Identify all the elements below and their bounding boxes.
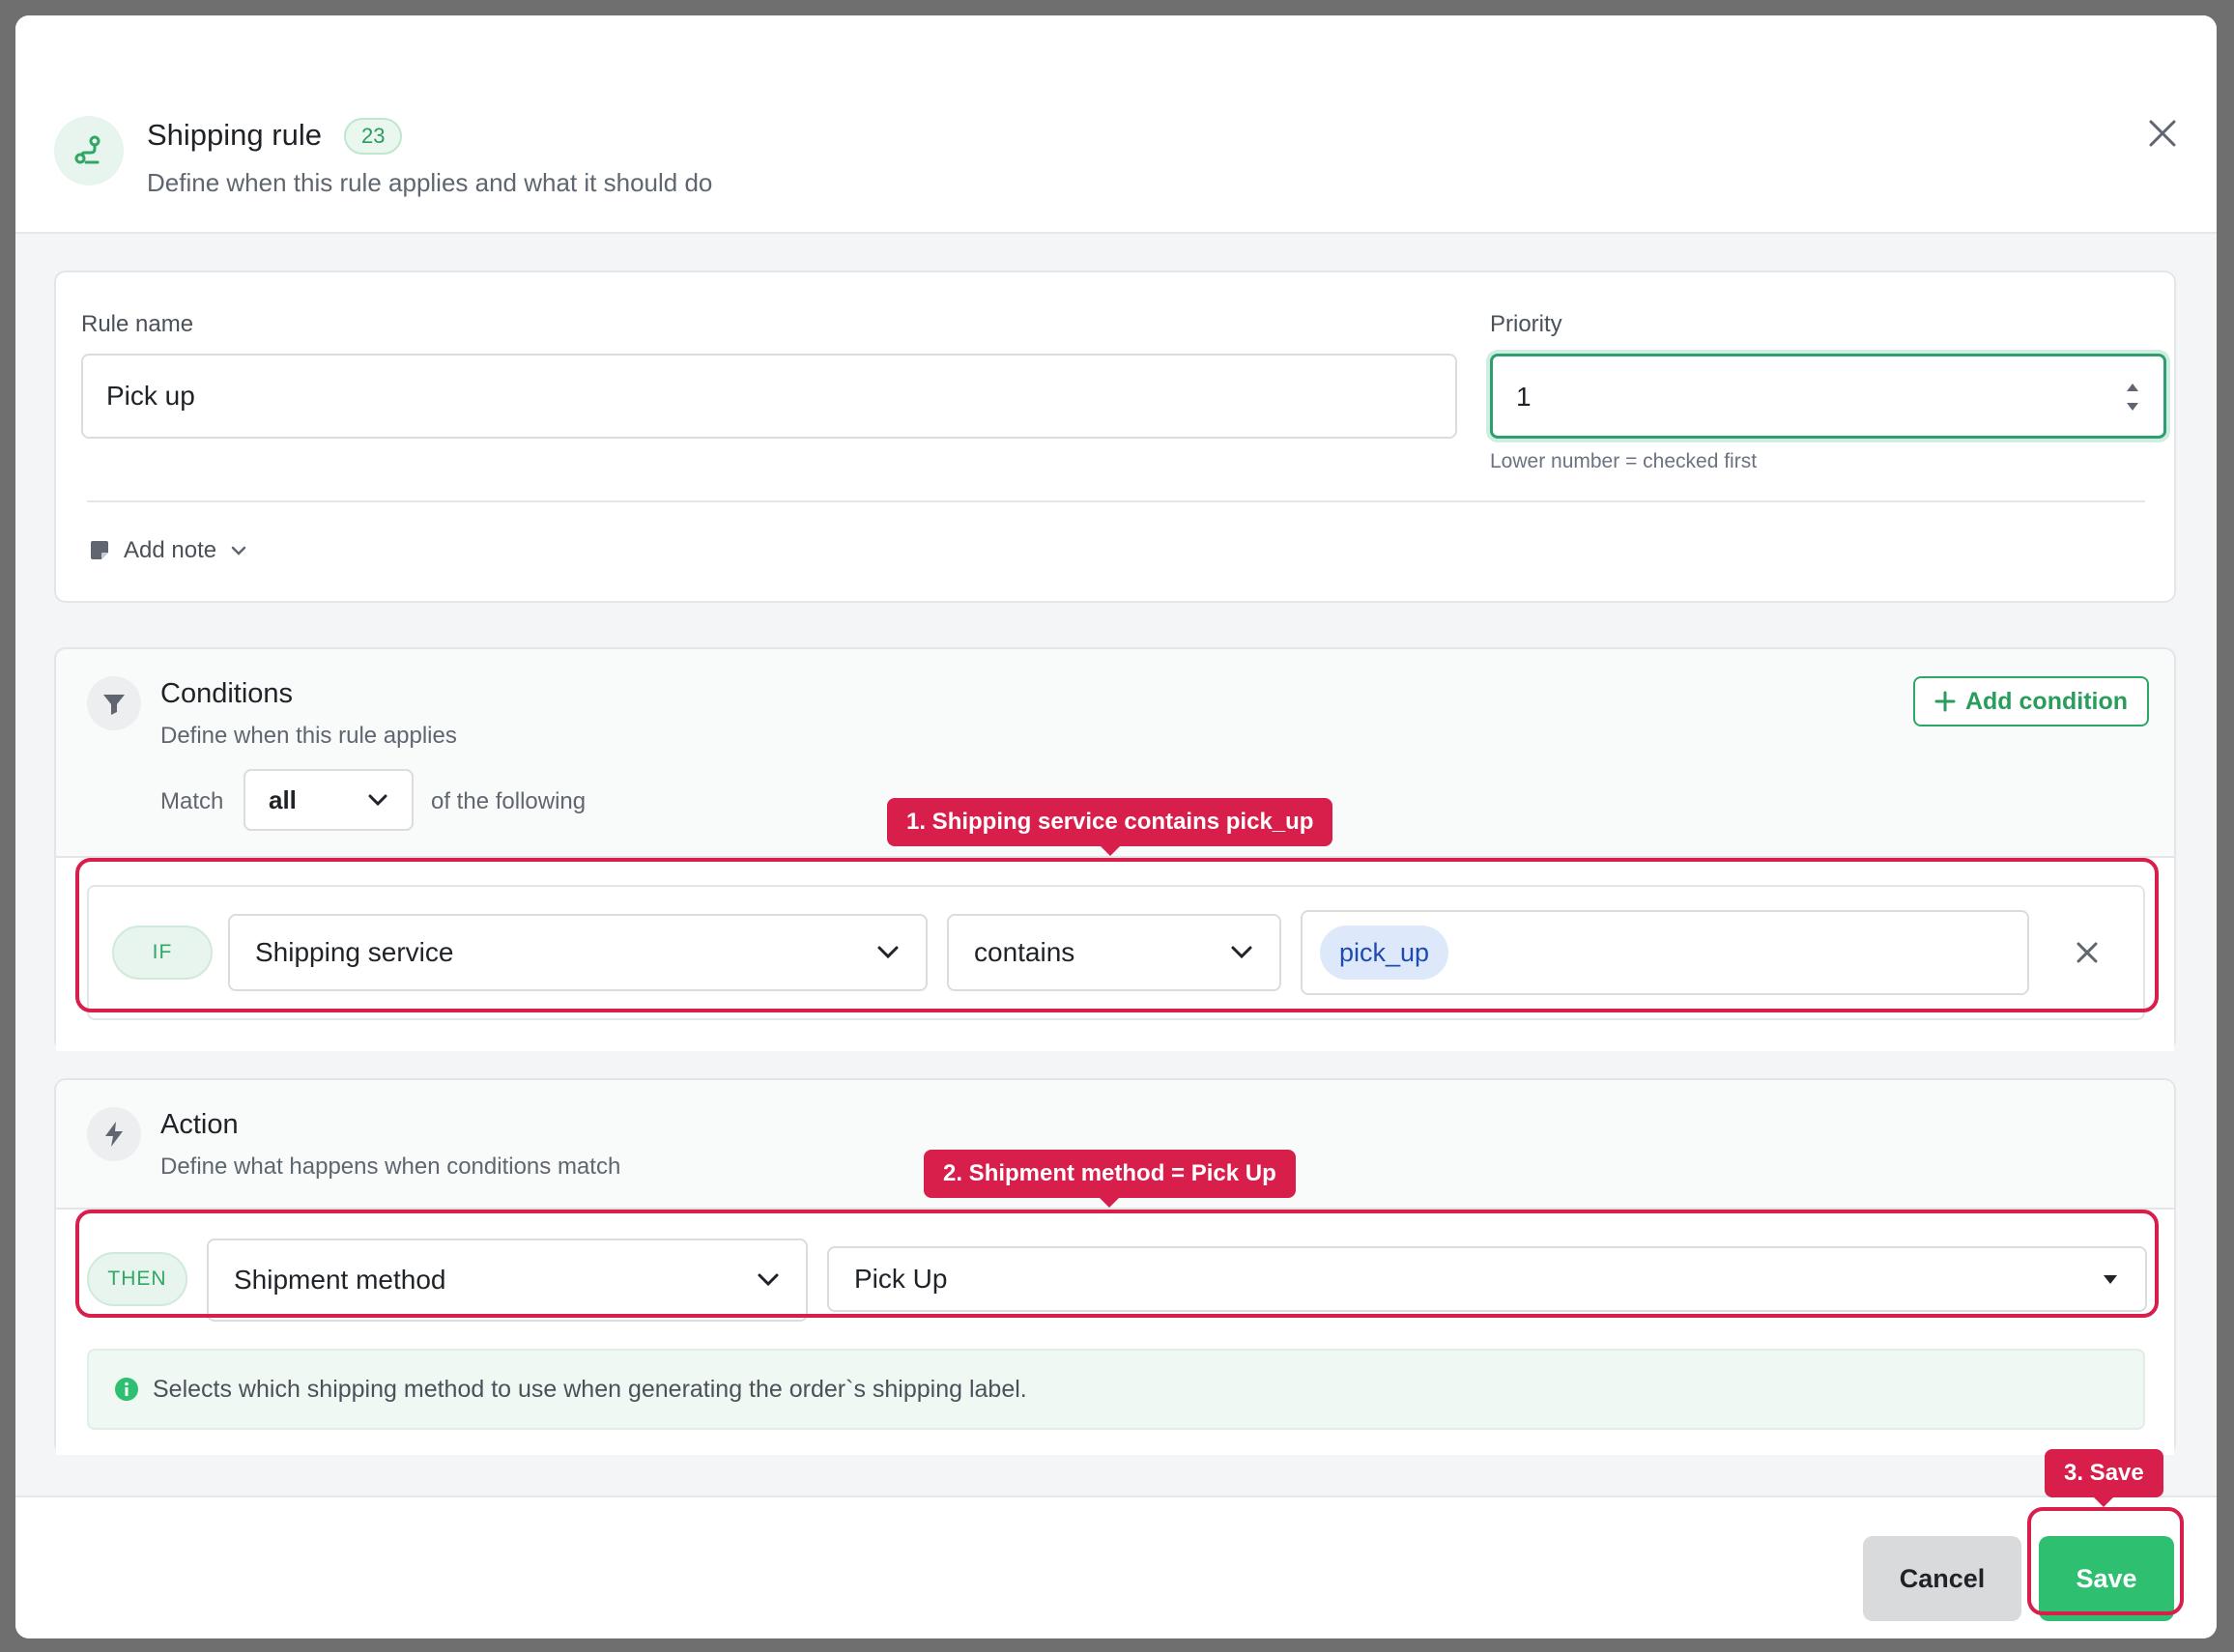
chevron-down-icon	[1231, 946, 1252, 959]
action-card: Action Define what happens when conditio…	[54, 1078, 2176, 1455]
condition-operator-value: contains	[974, 937, 1075, 967]
action-list: THEN Shipment method Pick Up Selects whi…	[56, 1208, 2174, 1455]
chevron-down-icon	[231, 546, 246, 555]
action-subtitle: Define what happens when conditions matc…	[160, 1154, 621, 1180]
chevron-down-icon	[877, 946, 899, 959]
match-value: all	[269, 785, 297, 814]
modal-title: Shipping rule	[147, 118, 322, 152]
route-icon	[54, 116, 124, 185]
callout-step-2: 2. Shipment method = Pick Up	[924, 1150, 1296, 1208]
match-label: Match	[160, 788, 224, 814]
save-button[interactable]: Save	[2039, 1536, 2174, 1621]
priority-label: Priority	[1490, 311, 1562, 337]
callout-step-3: 3. Save	[2045, 1449, 2163, 1507]
if-pill: IF	[112, 926, 213, 980]
modal-subtitle: Define when this rule applies and what i…	[147, 168, 713, 197]
rule-count-badge: 23	[344, 118, 403, 155]
conditions-list: IF Shipping service contains pick_up	[56, 856, 2174, 1051]
rule-details-card: Rule name Pick up Priority 1 Lower numbe…	[54, 271, 2176, 603]
filter-icon	[87, 676, 141, 730]
modal-header: Shipping rule 23 Define when this rule a…	[15, 15, 2217, 234]
remove-condition-button[interactable]	[2068, 933, 2106, 972]
priority-value: 1	[1516, 382, 1532, 412]
action-title: Action	[160, 1109, 239, 1140]
note-icon	[91, 541, 108, 559]
action-value: Pick Up	[854, 1264, 948, 1294]
modal-footer: Cancel Save	[15, 1495, 2217, 1638]
cancel-button[interactable]: Cancel	[1863, 1536, 2021, 1621]
number-spinner-icon[interactable]	[2123, 376, 2142, 418]
add-note-label: Add note	[124, 537, 217, 563]
conditions-title: Conditions	[160, 678, 294, 709]
close-icon	[2076, 942, 2098, 963]
chevron-down-icon	[758, 1273, 779, 1287]
condition-row: IF Shipping service contains pick_up	[87, 885, 2145, 1020]
condition-value-input[interactable]: pick_up	[1301, 910, 2029, 995]
value-tag[interactable]: pick_up	[1320, 926, 1449, 980]
action-info-box: Selects which shipping method to use whe…	[87, 1349, 2145, 1430]
condition-field-value: Shipping service	[255, 937, 454, 967]
action-value-select[interactable]: Pick Up	[827, 1246, 2147, 1312]
condition-operator-select[interactable]: contains	[947, 914, 1281, 991]
plus-icon	[1934, 691, 1956, 712]
add-condition-button[interactable]: Add condition	[1913, 676, 2149, 726]
rule-name-input[interactable]: Pick up	[81, 354, 1457, 439]
action-info-text: Selects which shipping method to use whe…	[153, 1375, 1027, 1403]
priority-input[interactable]: 1	[1490, 354, 2166, 439]
action-field-value: Shipment method	[234, 1265, 446, 1295]
caret-down-icon	[2104, 1275, 2117, 1284]
callout-step-1: 1. Shipping service contains pick_up	[887, 798, 1333, 856]
modal-body: Rule name Pick up Priority 1 Lower numbe…	[15, 234, 2217, 1495]
add-note-toggle[interactable]: Add note	[89, 537, 247, 564]
match-suffix: of the following	[431, 788, 587, 814]
close-icon	[2149, 120, 2176, 147]
lightning-icon	[87, 1107, 141, 1161]
add-condition-label: Add condition	[1964, 687, 2129, 715]
action-field-select[interactable]: Shipment method	[207, 1239, 808, 1322]
divider	[87, 500, 2145, 502]
priority-hint: Lower number = checked first	[1490, 450, 1758, 472]
rule-name-label: Rule name	[81, 311, 194, 337]
info-icon	[115, 1378, 138, 1401]
close-button[interactable]	[2141, 112, 2184, 155]
then-pill: THEN	[87, 1252, 187, 1306]
conditions-subtitle: Define when this rule applies	[160, 723, 457, 749]
chevron-down-icon	[368, 794, 387, 807]
match-select[interactable]: all	[243, 769, 414, 831]
condition-field-select[interactable]: Shipping service	[228, 914, 928, 991]
